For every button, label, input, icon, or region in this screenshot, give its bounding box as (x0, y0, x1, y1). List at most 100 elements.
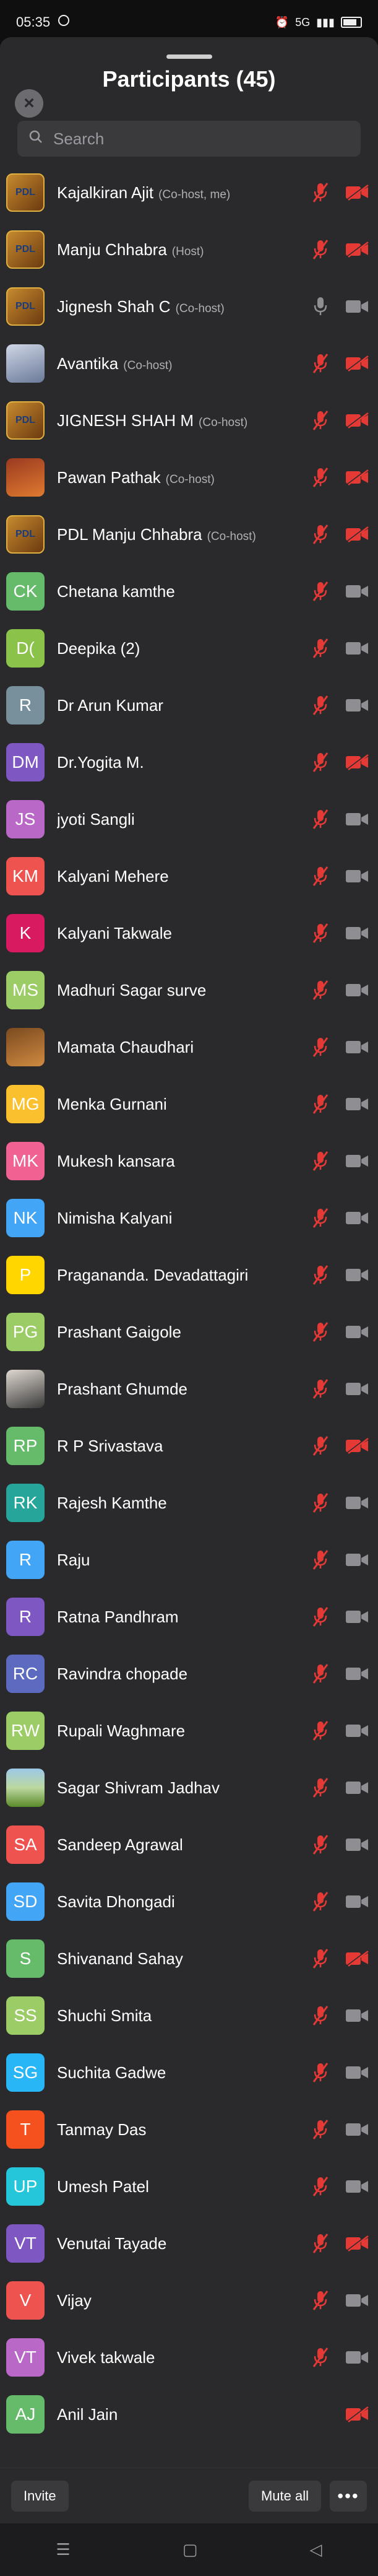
participant-row[interactable]: R Dr Arun Kumar (0, 677, 378, 734)
video-icon[interactable] (345, 2349, 369, 2365)
search-input[interactable] (52, 128, 350, 149)
participant-row[interactable]: T Tanmay Das (0, 2101, 378, 2158)
participant-row[interactable]: Sagar Shivram Jadhav (0, 1759, 378, 1816)
mic-muted-icon[interactable] (310, 353, 331, 374)
video-off-icon[interactable] (345, 1438, 369, 1454)
mute-all-button[interactable]: Mute all (248, 2480, 321, 2512)
participant-row[interactable]: SS Shuchi Smita (0, 1987, 378, 2044)
video-off-icon[interactable] (345, 526, 369, 542)
mic-muted-icon[interactable] (310, 467, 331, 488)
video-icon[interactable] (345, 583, 369, 599)
invite-button[interactable]: Invite (11, 2480, 69, 2512)
video-icon[interactable] (345, 2292, 369, 2308)
mic-muted-icon[interactable] (310, 866, 331, 887)
participant-row[interactable]: SD Savita Dhongadi (0, 1873, 378, 1930)
mic-muted-icon[interactable] (310, 1264, 331, 1286)
mic-muted-icon[interactable] (310, 2233, 331, 2254)
participant-row[interactable]: VT Venutai Tayade (0, 2215, 378, 2272)
video-icon[interactable] (345, 811, 369, 827)
participant-row[interactable]: S Shivanand Sahay (0, 1930, 378, 1987)
participant-row[interactable]: RW Rupali Waghmare (0, 1702, 378, 1759)
mic-muted-icon[interactable] (310, 1435, 331, 1456)
mic-muted-icon[interactable] (310, 695, 331, 716)
drag-handle[interactable] (166, 54, 212, 59)
close-button[interactable]: × (15, 89, 43, 118)
video-icon[interactable] (345, 1609, 369, 1625)
video-icon[interactable] (345, 1723, 369, 1739)
participant-row[interactable]: R Ratna Pandhram (0, 1588, 378, 1645)
video-icon[interactable] (345, 982, 369, 998)
mic-muted-icon[interactable] (310, 1037, 331, 1058)
mic-muted-icon[interactable] (310, 2347, 331, 2368)
video-icon[interactable] (345, 1552, 369, 1568)
participant-row[interactable]: RC Ravindra chopade (0, 1645, 378, 1702)
video-icon[interactable] (345, 1210, 369, 1226)
video-icon[interactable] (345, 1495, 369, 1511)
participant-row[interactable]: NK Nimisha Kalyani (0, 1190, 378, 1247)
mic-muted-icon[interactable] (310, 239, 331, 260)
participant-row[interactable]: KM Kalyani Mehere (0, 848, 378, 905)
mic-muted-icon[interactable] (310, 809, 331, 830)
mic-muted-icon[interactable] (310, 980, 331, 1001)
video-off-icon[interactable] (345, 242, 369, 258)
mic-muted-icon[interactable] (310, 1549, 331, 1570)
video-off-icon[interactable] (345, 2235, 369, 2252)
video-icon[interactable] (345, 2008, 369, 2024)
mic-muted-icon[interactable] (310, 1891, 331, 1912)
participant-row[interactable]: RP R P Srivastava (0, 1417, 378, 1474)
mic-muted-icon[interactable] (310, 923, 331, 944)
mic-muted-icon[interactable] (310, 2062, 331, 2083)
video-off-icon[interactable] (345, 355, 369, 372)
participant-row[interactable]: MG Menka Gurnani (0, 1076, 378, 1133)
video-off-icon[interactable] (345, 2406, 369, 2422)
participant-row[interactable]: VT Vivek takwale (0, 2329, 378, 2386)
participant-row[interactable]: CK Chetana kamthe (0, 563, 378, 620)
video-off-icon[interactable] (345, 754, 369, 770)
video-icon[interactable] (345, 2178, 369, 2195)
participant-row[interactable]: SA Sandeep Agrawal (0, 1816, 378, 1873)
participant-row[interactable]: PDL Kajalkiran Ajit (Co-host, me) (0, 164, 378, 221)
participant-row[interactable]: Avantika (Co-host) (0, 335, 378, 392)
mic-muted-icon[interactable] (310, 1834, 331, 1855)
mic-icon[interactable] (310, 296, 331, 317)
participant-row[interactable]: K Kalyani Takwale (0, 905, 378, 962)
participant-row[interactable]: V Vijay (0, 2272, 378, 2329)
mic-muted-icon[interactable] (310, 752, 331, 773)
video-icon[interactable] (345, 1324, 369, 1340)
video-icon[interactable] (345, 1894, 369, 1910)
participant-row[interactable]: AJ Anil Jain (0, 2386, 378, 2443)
participant-row[interactable]: SG Suchita Gadwe (0, 2044, 378, 2101)
video-icon[interactable] (345, 1039, 369, 1055)
participant-row[interactable]: PDL JIGNESH SHAH M (Co-host) (0, 392, 378, 449)
video-off-icon[interactable] (345, 469, 369, 485)
participant-row[interactable]: DM Dr.Yogita M. (0, 734, 378, 791)
video-icon[interactable] (345, 2065, 369, 2081)
video-icon[interactable] (345, 1096, 369, 1112)
video-off-icon[interactable] (345, 185, 369, 201)
video-icon[interactable] (345, 298, 369, 315)
participant-row[interactable]: RK Rajesh Kamthe (0, 1474, 378, 1531)
mic-muted-icon[interactable] (310, 1720, 331, 1741)
participant-row[interactable]: PDL Manju Chhabra (Host) (0, 221, 378, 278)
mic-muted-icon[interactable] (310, 1663, 331, 1684)
mic-muted-icon[interactable] (310, 410, 331, 431)
mic-muted-icon[interactable] (310, 524, 331, 545)
mic-muted-icon[interactable] (310, 1492, 331, 1513)
mic-muted-icon[interactable] (310, 1948, 331, 1969)
mic-muted-icon[interactable] (310, 2176, 331, 2197)
participant-row[interactable]: MK Mukesh kansara (0, 1133, 378, 1190)
participant-row[interactable]: UP Umesh Patel (0, 2158, 378, 2215)
video-off-icon[interactable] (345, 412, 369, 429)
mic-muted-icon[interactable] (310, 1094, 331, 1115)
mic-muted-icon[interactable] (310, 1151, 331, 1172)
mic-muted-icon[interactable] (310, 1378, 331, 1399)
video-icon[interactable] (345, 1780, 369, 1796)
participant-row[interactable]: D(Deepika (2) (0, 620, 378, 677)
mic-muted-icon[interactable] (310, 1321, 331, 1342)
video-icon[interactable] (345, 1381, 369, 1397)
participant-row[interactable]: JS jyoti Sangli (0, 791, 378, 848)
participant-row[interactable]: Pawan Pathak (Co-host) (0, 449, 378, 506)
video-off-icon[interactable] (345, 1951, 369, 1967)
video-icon[interactable] (345, 1837, 369, 1853)
mic-muted-icon[interactable] (310, 2119, 331, 2140)
